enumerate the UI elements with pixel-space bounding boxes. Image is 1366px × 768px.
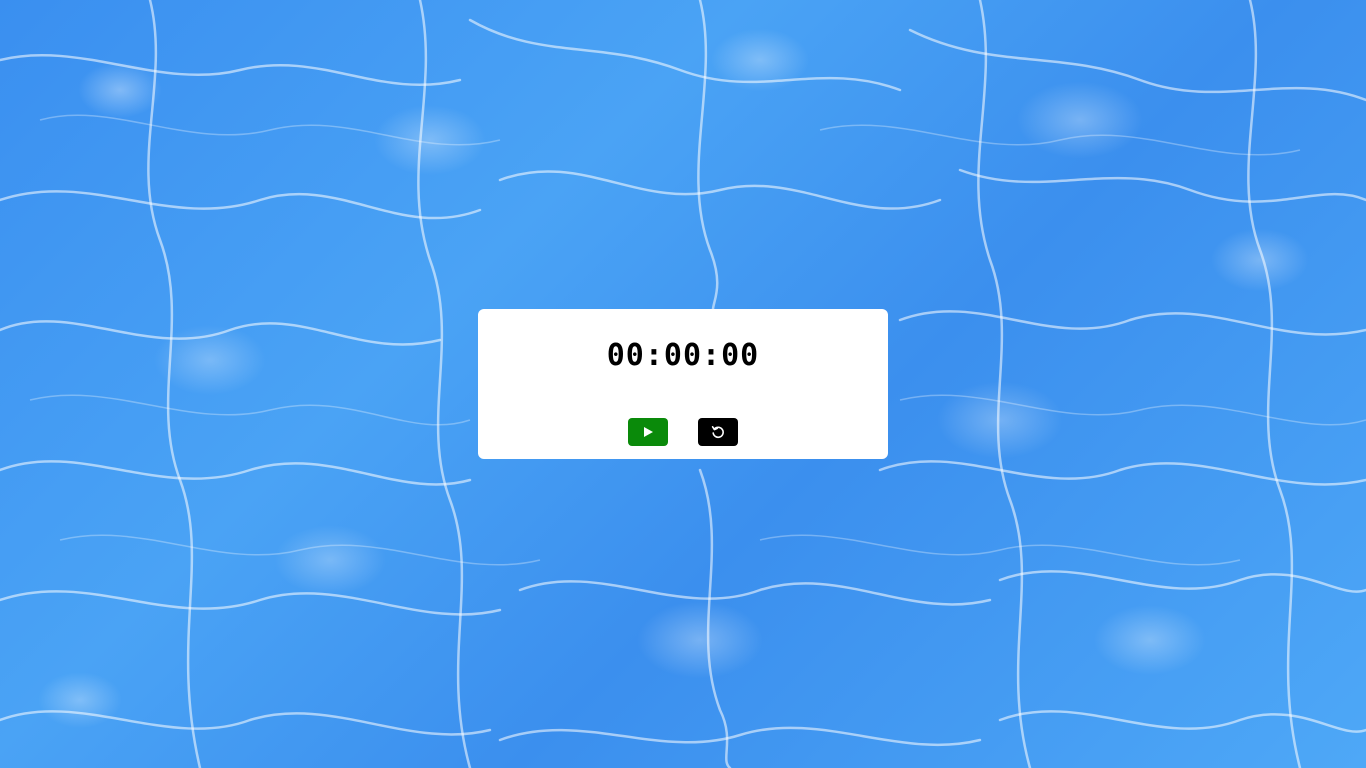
- timer-controls: [478, 418, 888, 446]
- start-button[interactable]: [628, 418, 668, 446]
- reset-icon: [711, 425, 725, 439]
- timer-display: 00:00:00: [606, 338, 760, 373]
- timer-card: 00:00:00: [478, 309, 888, 459]
- play-icon: [642, 426, 654, 438]
- reset-button[interactable]: [698, 418, 738, 446]
